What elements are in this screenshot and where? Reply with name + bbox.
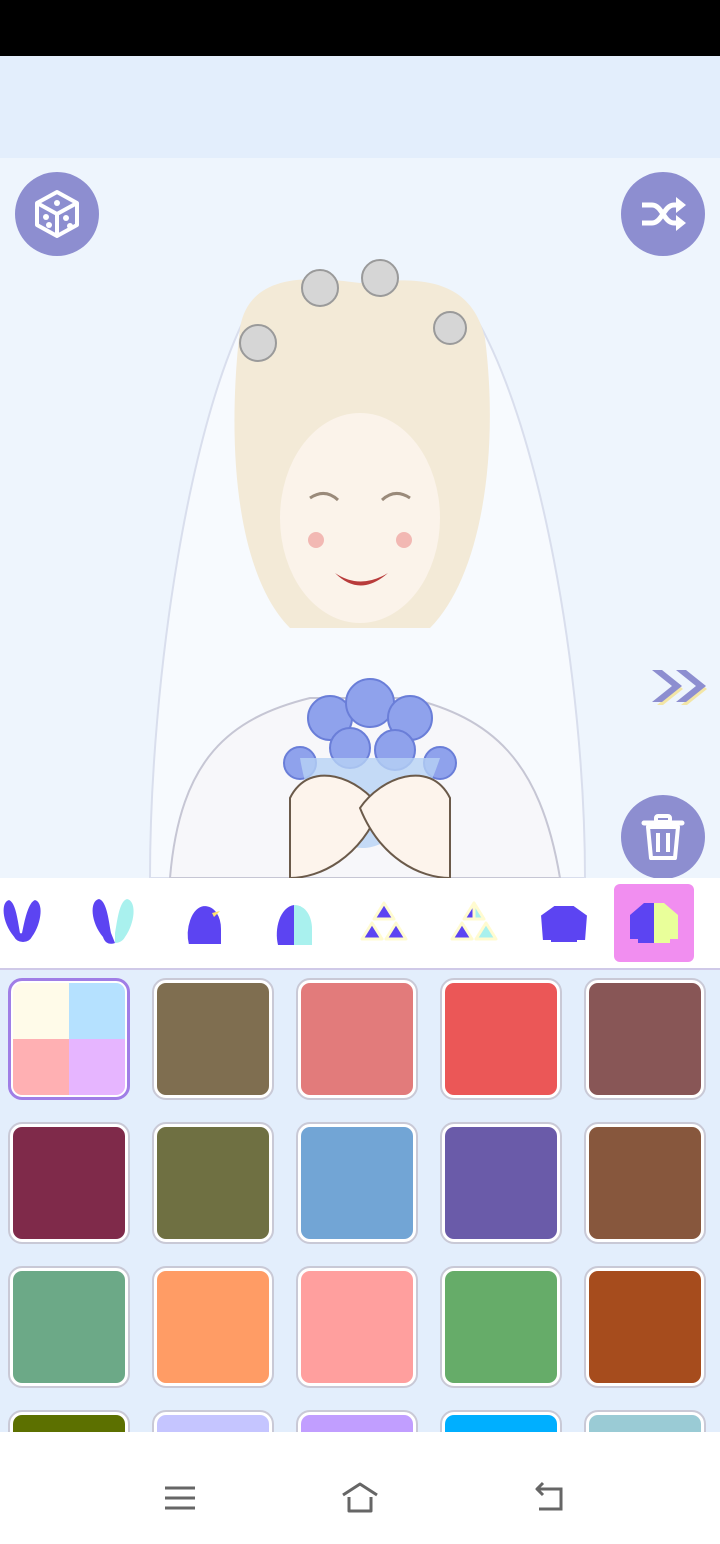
color-swatch-fill: [445, 983, 557, 1095]
color-swatch[interactable]: [584, 1122, 706, 1244]
multi-color-swatch-fill: [13, 983, 125, 1095]
color-swatch-fill: [589, 1415, 701, 1432]
bride-character-illustration: [148, 259, 587, 878]
tab-bird-color[interactable]: [254, 884, 334, 962]
bird-half-icon: [276, 905, 312, 945]
color-swatch[interactable]: [440, 1410, 562, 1432]
color-swatch-fill: [157, 1127, 269, 1239]
category-tabbar: [0, 878, 720, 968]
trash-icon: [641, 814, 685, 860]
color-swatch[interactable]: [152, 1266, 274, 1388]
color-swatch-fill: [589, 983, 701, 1095]
color-swatch-fill: [13, 1127, 125, 1239]
color-swatch[interactable]: [8, 1122, 130, 1244]
status-bar: [0, 0, 720, 56]
color-swatch[interactable]: [440, 978, 562, 1100]
color-swatch-fill: [445, 1415, 557, 1432]
color-swatch-fill: [301, 1415, 413, 1432]
multi-color-cell: [69, 983, 125, 1039]
color-swatch[interactable]: [152, 1410, 274, 1432]
tab-bunny-ears[interactable]: [0, 884, 65, 962]
random-dice-button[interactable]: [15, 172, 99, 256]
multi-color-cell: [69, 1039, 125, 1095]
color-swatch[interactable]: [296, 1122, 418, 1244]
color-palette: [0, 970, 720, 1432]
bunny-ears-icon: [1, 897, 43, 944]
shuffle-button[interactable]: [621, 172, 705, 256]
color-swatch[interactable]: [584, 978, 706, 1100]
color-swatch[interactable]: [584, 1410, 706, 1432]
color-swatch[interactable]: [8, 1410, 130, 1432]
triangles-icon: [360, 901, 408, 941]
back-button[interactable]: [518, 1468, 578, 1528]
triangles-half-icon: [450, 901, 498, 941]
color-swatch[interactable]: [296, 1410, 418, 1432]
color-swatch-fill: [445, 1127, 557, 1239]
color-swatch[interactable]: [440, 1266, 562, 1388]
tab-bird[interactable]: [164, 884, 244, 962]
color-swatch-fill: [445, 1271, 557, 1383]
tab-bunny-ears-color[interactable]: [75, 884, 155, 962]
color-swatch-fill: [301, 983, 413, 1095]
color-swatch[interactable]: [296, 978, 418, 1100]
tab-sweater-color[interactable]: [614, 884, 694, 962]
menu-button[interactable]: [150, 1468, 210, 1528]
color-swatch[interactable]: [8, 1266, 130, 1388]
color-swatch-fill: [589, 1127, 701, 1239]
shuffle-icon: [642, 197, 686, 231]
color-swatch-fill: [157, 1415, 269, 1432]
menu-icon: [165, 1486, 195, 1510]
color-swatch[interactable]: [152, 1122, 274, 1244]
color-swatch-fill: [13, 1415, 125, 1432]
multi-color-swatch[interactable]: [8, 978, 130, 1100]
home-button[interactable]: [330, 1468, 390, 1528]
color-swatch-fill: [157, 983, 269, 1095]
character-canvas: [0, 158, 720, 878]
bunny-ears-half-icon: [92, 899, 134, 944]
back-icon: [535, 1481, 563, 1511]
dice-icon: [35, 190, 79, 238]
multi-color-cell: [13, 983, 69, 1039]
delete-button[interactable]: [621, 795, 705, 878]
color-swatch[interactable]: [584, 1266, 706, 1388]
color-swatch[interactable]: [440, 1122, 562, 1244]
top-banner-area: [0, 56, 720, 158]
color-swatch-fill: [301, 1127, 413, 1239]
multi-color-cell: [13, 1039, 69, 1095]
color-swatch-fill: [13, 1271, 125, 1383]
color-swatch-fill: [589, 1271, 701, 1383]
system-navigation-bar: [0, 1432, 720, 1544]
tab-sweater[interactable]: [524, 884, 604, 962]
tab-triangles-color[interactable]: [434, 884, 514, 962]
home-icon: [342, 1482, 378, 1513]
bird-icon: [185, 903, 223, 946]
double-chevron-right-icon[interactable]: [648, 664, 712, 708]
color-swatch-fill: [301, 1271, 413, 1383]
color-swatch[interactable]: [152, 978, 274, 1100]
tab-triangles[interactable]: [344, 884, 424, 962]
sweater-half-icon: [630, 903, 678, 943]
color-swatch[interactable]: [296, 1266, 418, 1388]
color-swatch-fill: [157, 1271, 269, 1383]
sweater-icon: [538, 904, 590, 944]
